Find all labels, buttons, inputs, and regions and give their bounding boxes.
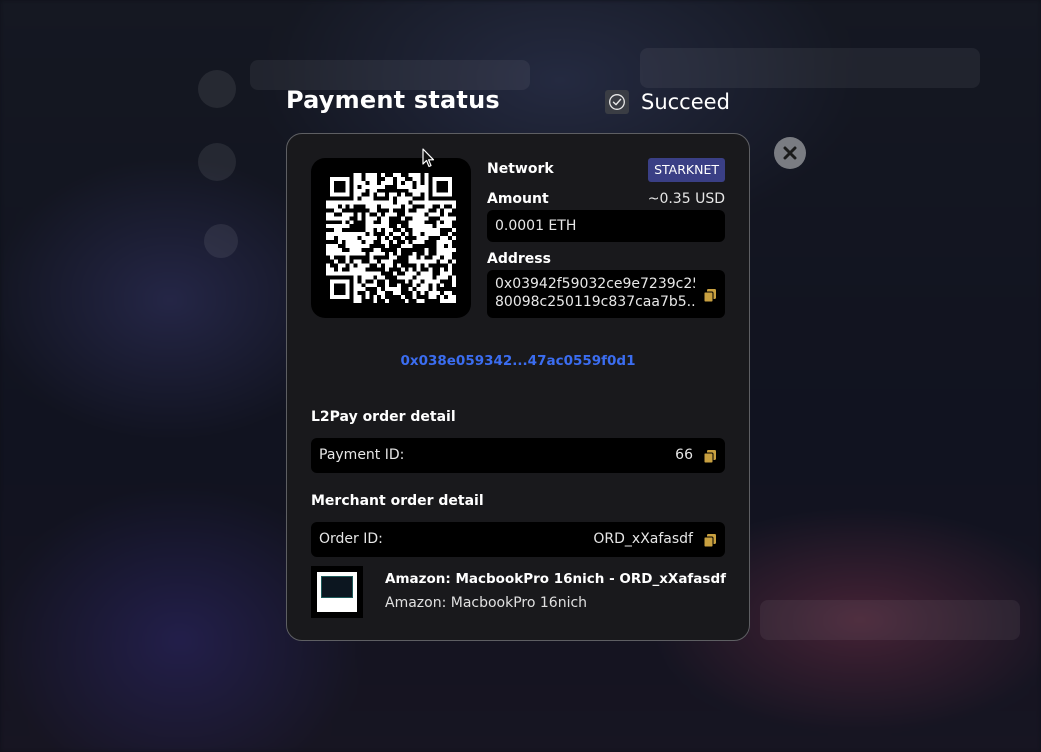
network-badge: STARKNET xyxy=(648,158,725,182)
address-label: Address xyxy=(487,251,551,267)
product-title: Amazon: MacbookPro 16nich - ORD_xXafasdf xyxy=(385,571,726,587)
l2pay-section-title: L2Pay order detail xyxy=(311,409,456,425)
copy-icon[interactable] xyxy=(703,449,717,463)
qr-code-container xyxy=(311,158,471,318)
mouse-cursor-icon xyxy=(422,148,435,168)
payment-id-value: 66 xyxy=(675,447,693,463)
address-line: 80098c250119c837caa7b5... xyxy=(495,294,695,310)
background-block xyxy=(640,48,980,88)
payment-id-row: Payment ID: 66 xyxy=(311,438,725,473)
amount-label: Amount xyxy=(487,191,549,207)
copy-icon[interactable] xyxy=(703,288,717,302)
network-label: Network xyxy=(487,161,554,177)
address-line: 0x03942f59032ce9e7239c25 xyxy=(495,276,695,292)
background-avatar xyxy=(198,143,236,181)
payment-id-label: Payment ID: xyxy=(319,447,405,463)
amount-usd: ~0.35 USD xyxy=(647,191,725,207)
order-id-label: Order ID: xyxy=(319,531,383,547)
check-circle-icon xyxy=(605,90,629,114)
background-avatar xyxy=(204,224,238,258)
product-subtitle: Amazon: MacbookPro 16nich xyxy=(385,595,588,611)
page-title: Payment status xyxy=(286,86,500,114)
qr-code[interactable] xyxy=(326,173,456,303)
amount-field[interactable]: 0.0001 ETH xyxy=(487,210,725,242)
background-avatar xyxy=(198,70,236,108)
status-badge: Succeed xyxy=(605,90,730,114)
order-id-row: Order ID: ORD_xXafasdf xyxy=(311,522,725,557)
merchant-section-title: Merchant order detail xyxy=(311,493,484,509)
background-block xyxy=(760,600,1020,640)
transaction-hash-link[interactable]: 0x038e059342...47ac0559f0d1 xyxy=(287,353,749,369)
address-field[interactable]: 0x03942f59032ce9e7239c25 80098c250119c83… xyxy=(487,270,725,318)
laptop-image xyxy=(317,572,357,612)
close-icon xyxy=(783,146,797,160)
product-thumbnail xyxy=(311,566,363,618)
order-id-value: ORD_xXafasdf xyxy=(593,531,693,547)
close-button[interactable] xyxy=(774,137,806,169)
payment-card: Network STARKNET Amount ~0.35 USD 0.0001… xyxy=(286,133,750,641)
status-text: Succeed xyxy=(641,90,730,114)
copy-icon[interactable] xyxy=(703,533,717,547)
